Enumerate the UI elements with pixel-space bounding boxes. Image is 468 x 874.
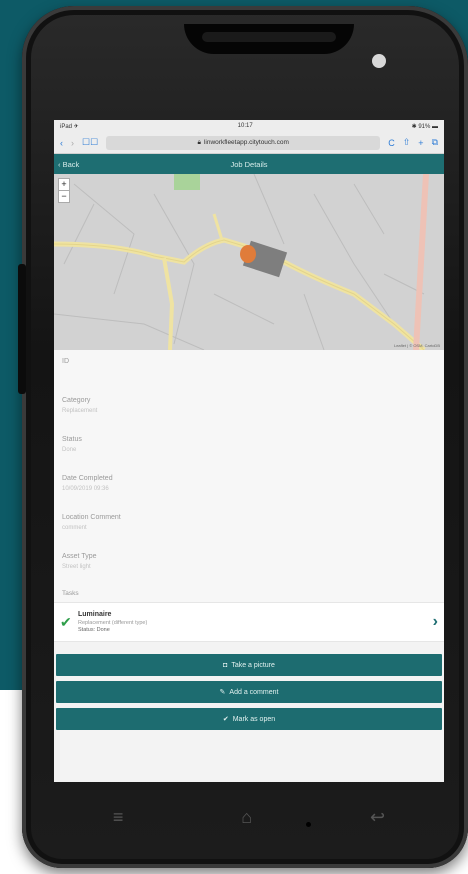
earpiece bbox=[184, 24, 354, 54]
hardware-nav-bar: ≡ ⌂ ↩ bbox=[54, 782, 444, 852]
menu-icon[interactable]: ≡ bbox=[113, 807, 124, 828]
app-nav-bar: ‹ Back Job Details bbox=[54, 154, 444, 174]
check-icon: ✔ bbox=[222, 716, 229, 723]
zoom-out-button[interactable]: − bbox=[59, 190, 69, 202]
field-value: Street light bbox=[62, 564, 91, 570]
task-status: Status: Done bbox=[78, 627, 110, 633]
share-icon[interactable]: ⇧ bbox=[403, 137, 411, 148]
task-subtitle: Replacement (different type) bbox=[78, 620, 148, 626]
status-bar: iPad ✈ 10:17 ✱ 91% ▬ bbox=[54, 120, 444, 132]
pencil-icon: ✎ bbox=[219, 689, 226, 696]
new-tab-icon[interactable]: + bbox=[418, 138, 423, 148]
device-screen: iPad ✈ 10:17 ✱ 91% ▬ ‹ › ☐☐ 🔒︎ linworkfl… bbox=[54, 120, 444, 782]
task-list-item[interactable]: ✔ Luminaire Replacement (different type)… bbox=[54, 602, 444, 642]
tasks-heading: Tasks bbox=[54, 584, 444, 602]
page-title: Job Details bbox=[230, 159, 268, 169]
field-value: Done bbox=[62, 447, 77, 453]
take-picture-button[interactable]: ◘ Take a picture bbox=[56, 654, 442, 676]
field-label: Location Comment bbox=[62, 514, 121, 521]
field-label: Asset Type bbox=[62, 553, 97, 560]
address-bar[interactable]: 🔒︎ linworkfleetapp.citytouch.com bbox=[106, 135, 381, 150]
field-label: Status bbox=[62, 436, 82, 443]
button-label: Take a picture bbox=[231, 661, 275, 669]
clock: 10:17 bbox=[237, 123, 253, 129]
job-details-form: ID Category Replacement Status Done Date… bbox=[54, 350, 444, 584]
field-date-completed: Date Completed 10/09/2019 09:36 bbox=[62, 467, 436, 506]
checkmark-icon: ✔ bbox=[60, 613, 72, 630]
field-location-comment: Location Comment comment bbox=[62, 506, 436, 545]
bookmarks-icon[interactable]: ☐☐ bbox=[82, 137, 98, 148]
job-location-map[interactable]: + − Leaflet | © OSM, CartoDB bbox=[54, 174, 444, 350]
field-value: Replacement bbox=[62, 408, 98, 414]
home-icon[interactable]: ⌂ bbox=[241, 807, 252, 828]
field-asset-type: Asset Type Street light bbox=[62, 545, 436, 584]
tabs-icon[interactable]: ⧉ bbox=[432, 137, 438, 148]
task-body: Luminaire Replacement (different type) S… bbox=[78, 611, 433, 633]
field-value: comment bbox=[62, 525, 87, 531]
map-attribution: Leaflet | © OSM, CartoDB bbox=[393, 343, 440, 348]
field-value bbox=[62, 369, 436, 376]
mark-as-open-button[interactable]: ✔ Mark as open bbox=[56, 708, 442, 730]
button-label: Add a comment bbox=[229, 688, 279, 696]
url-text: linworkfleetapp.citytouch.com bbox=[203, 139, 289, 146]
field-value: 10/09/2019 09:36 bbox=[62, 486, 109, 492]
lock-icon: 🔒︎ bbox=[197, 138, 201, 146]
browser-toolbar: ‹ › ☐☐ 🔒︎ linworkfleetapp.citytouch.com … bbox=[54, 132, 444, 154]
field-label: Category bbox=[62, 397, 91, 404]
map-zoom-control: + − bbox=[58, 178, 70, 203]
add-comment-button[interactable]: ✎ Add a comment bbox=[56, 681, 442, 703]
field-label: ID bbox=[62, 358, 69, 365]
camera-icon: ◘ bbox=[223, 661, 228, 669]
carrier-label: iPad ✈ bbox=[60, 123, 79, 130]
map-tiles bbox=[54, 174, 444, 350]
reload-icon[interactable]: C bbox=[388, 138, 395, 148]
side-button bbox=[18, 264, 26, 394]
button-label: Mark as open bbox=[232, 715, 276, 723]
battery-indicator: ✱ 91% ▬ bbox=[411, 123, 438, 130]
back-icon[interactable]: ↩ bbox=[370, 807, 385, 828]
zoom-in-button[interactable]: + bbox=[59, 179, 69, 190]
task-title: Luminaire bbox=[78, 611, 112, 618]
field-category: Category Replacement bbox=[62, 389, 436, 428]
browser-back-icon[interactable]: ‹ bbox=[60, 138, 63, 148]
chevron-right-icon[interactable]: › bbox=[433, 613, 438, 631]
back-button[interactable]: ‹ Back bbox=[58, 160, 79, 169]
camera-lens bbox=[306, 822, 311, 827]
action-buttons: ◘ Take a picture ✎ Add a comment ✔ Mark … bbox=[54, 642, 444, 730]
front-sensor bbox=[372, 54, 386, 68]
field-label: Date Completed bbox=[62, 475, 113, 482]
field-status: Status Done bbox=[62, 428, 436, 467]
field-id: ID bbox=[62, 350, 436, 389]
browser-forward-icon[interactable]: › bbox=[71, 138, 74, 148]
